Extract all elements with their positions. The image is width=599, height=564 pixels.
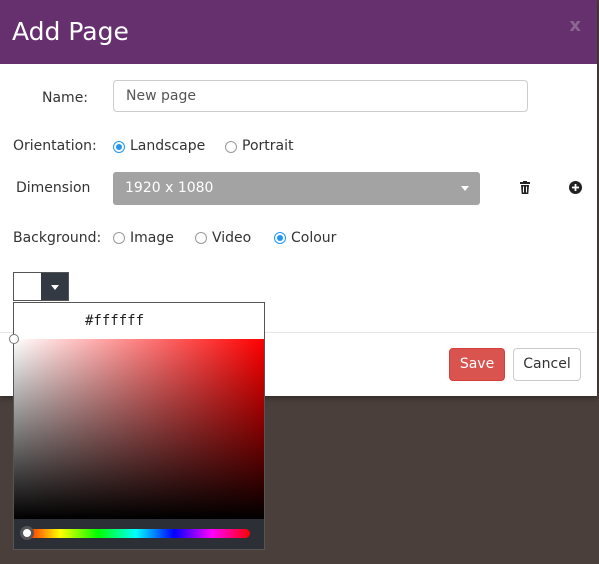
background-video-radio[interactable] [195, 232, 207, 244]
orientation-label: Orientation: [13, 138, 97, 154]
chevron-down-icon [461, 186, 469, 191]
save-button[interactable]: Save [449, 348, 505, 381]
background-colour-label[interactable]: Colour [291, 230, 336, 246]
background-image-radio[interactable] [113, 232, 125, 244]
dialog-header: Add Page x [0, 0, 597, 64]
background-video-label[interactable]: Video [212, 230, 251, 246]
name-input[interactable]: New page [113, 80, 528, 112]
color-swatch[interactable] [14, 273, 41, 300]
hue-slider[interactable] [20, 526, 250, 540]
orientation-portrait-radio[interactable] [225, 141, 237, 153]
orientation-landscape-radio[interactable] [113, 141, 125, 153]
plus-circle-icon[interactable] [569, 181, 582, 199]
dialog-title: Add Page [12, 17, 129, 46]
hue-handle[interactable] [20, 526, 34, 540]
orientation-portrait-label[interactable]: Portrait [242, 138, 293, 154]
name-label: Name: [42, 90, 89, 106]
dimension-label: Dimension [16, 180, 91, 196]
close-button[interactable]: x [569, 15, 581, 36]
hex-value-input[interactable]: #ffffff [14, 303, 264, 339]
background-colour-radio[interactable] [274, 232, 286, 244]
chevron-down-icon[interactable] [41, 273, 68, 300]
saturation-value-area[interactable] [9, 334, 264, 519]
background-image-label[interactable]: Image [130, 230, 174, 246]
color-picker-trigger[interactable] [13, 272, 69, 301]
dimension-select[interactable]: 1920 x 1080 [113, 172, 480, 205]
trash-icon[interactable] [519, 181, 531, 199]
dimension-value: 1920 x 1080 [125, 180, 214, 196]
background-label: Background: [13, 230, 102, 246]
cancel-button[interactable]: Cancel [513, 348, 581, 381]
color-picker-panel: #ffffff [9, 302, 265, 550]
orientation-landscape-label[interactable]: Landscape [130, 138, 205, 154]
saturation-handle[interactable] [9, 334, 19, 344]
